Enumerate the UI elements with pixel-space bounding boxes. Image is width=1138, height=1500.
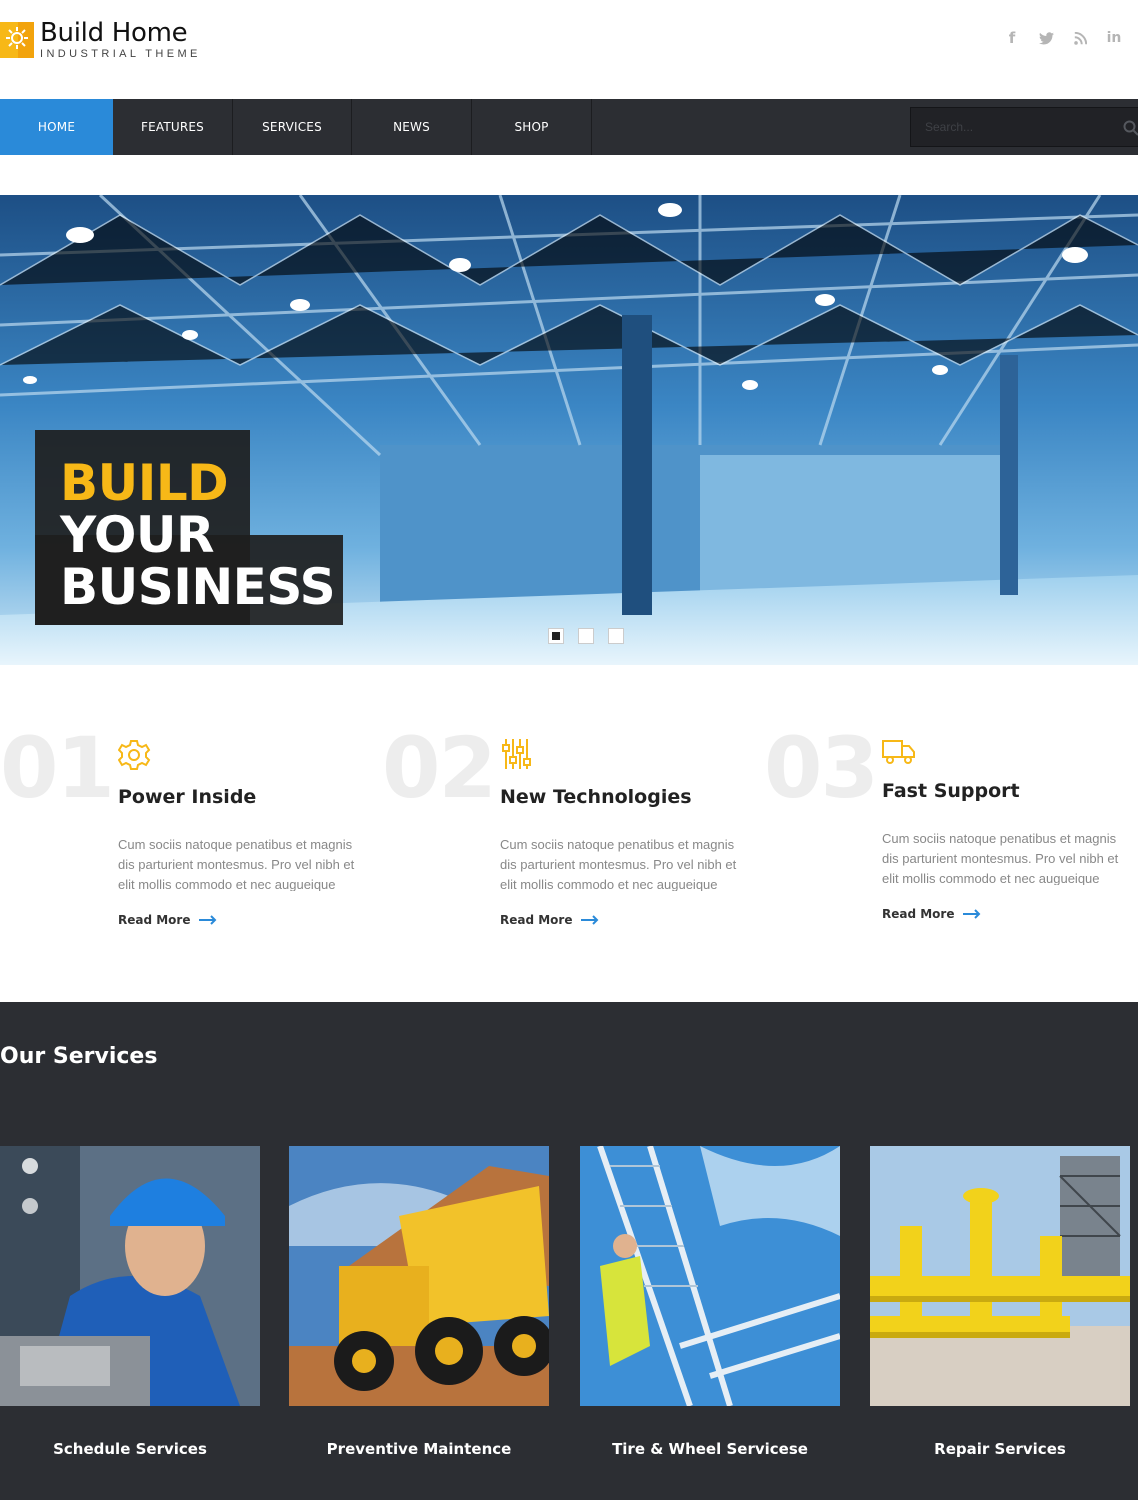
twitter-icon[interactable] <box>1036 28 1056 48</box>
feature-title: New Technologies <box>500 786 692 808</box>
arrow-right-icon <box>198 915 216 925</box>
read-more-label: Read More <box>500 913 573 927</box>
service-label: Repair Services <box>934 1440 1066 1458</box>
service-label: Tire & Wheel Servicese <box>612 1440 808 1458</box>
main-nav: HOME FEATURES SERVICES NEWS SHOP <box>0 99 1138 155</box>
social-links: f in <box>1002 28 1124 48</box>
features-section: 01 Power Inside Cum sociis natoque penat… <box>0 665 1138 1002</box>
arrow-right-icon <box>962 909 980 919</box>
refinery-photo <box>580 1146 840 1406</box>
read-more-label: Read More <box>118 913 191 927</box>
feature-number: 01 <box>0 719 115 817</box>
gear-icon <box>118 740 151 770</box>
service-card[interactable]: Preventive Maintence <box>289 1146 549 1458</box>
service-card[interactable]: Tire & Wheel Servicese <box>580 1146 840 1458</box>
facebook-icon[interactable]: f <box>1002 28 1022 48</box>
feature-title: Power Inside <box>118 786 257 808</box>
brand-name: Build Home <box>40 18 188 48</box>
feature-item: 01 Power Inside Cum sociis natoque penat… <box>0 665 380 1002</box>
read-more-link[interactable]: Read More <box>882 907 981 921</box>
site-header: Build Home INDUSTRIAL THEME f in <box>0 0 1138 99</box>
sliders-icon <box>502 739 531 769</box>
read-more-link[interactable]: Read More <box>118 913 217 927</box>
dump-truck-photo <box>289 1146 549 1406</box>
hero-line-build: BUILD <box>60 454 229 512</box>
nav-item-shop[interactable]: SHOP <box>472 99 592 155</box>
slide-dot-1[interactable] <box>548 628 564 644</box>
service-card[interactable]: Repair Services <box>870 1146 1130 1458</box>
nav-item-home[interactable]: HOME <box>0 99 113 155</box>
search-icon[interactable] <box>1123 120 1138 136</box>
feature-item: 02 New Technologies Cum sociis natoque p… <box>382 665 762 1002</box>
search-input[interactable] <box>925 108 1105 146</box>
arrow-right-icon <box>580 915 598 925</box>
brand-tagline: INDUSTRIAL THEME <box>40 48 201 60</box>
hero-line-business: BUSINESS <box>60 558 336 616</box>
rss-icon[interactable] <box>1070 28 1090 48</box>
pipeline-photo <box>870 1146 1130 1406</box>
services-title: Our Services <box>0 1044 158 1069</box>
nav-item-news[interactable]: NEWS <box>352 99 472 155</box>
feature-title: Fast Support <box>882 780 1020 802</box>
site-logo[interactable]: Build Home INDUSTRIAL THEME <box>0 18 201 62</box>
feature-number: 02 <box>382 719 497 817</box>
service-label: Preventive Maintence <box>326 1440 512 1458</box>
truck-icon <box>882 740 915 764</box>
hero-slider: BUILD YOUR BUSINESS <box>0 195 1138 665</box>
slide-dot-2[interactable] <box>578 628 594 644</box>
slider-pagination <box>548 628 624 644</box>
feature-text: Cum sociis natoque penatibus et magnis d… <box>882 831 1119 885</box>
gear-logo-icon <box>0 18 36 58</box>
read-more-link[interactable]: Read More <box>500 913 599 927</box>
worker-photo <box>0 1146 260 1406</box>
linkedin-icon[interactable]: in <box>1104 28 1124 48</box>
search-box <box>910 107 1138 147</box>
feature-number: 03 <box>764 719 879 817</box>
nav-item-services[interactable]: SERVICES <box>233 99 352 155</box>
hero-line-your: YOUR <box>60 506 215 564</box>
nav-item-features[interactable]: FEATURES <box>113 99 233 155</box>
hero-headline: BUILD YOUR BUSINESS <box>60 454 336 616</box>
service-card[interactable]: Schedule Services <box>0 1146 260 1458</box>
read-more-label: Read More <box>882 907 955 921</box>
service-label: Schedule Services <box>53 1440 207 1458</box>
slide-dot-3[interactable] <box>608 628 624 644</box>
feature-item: 03 Fast Support Cum sociis natoque penat… <box>764 665 1138 1002</box>
services-section: Our Services Schedule Services Preventiv… <box>0 1002 1138 1500</box>
feature-text: Cum sociis natoque penatibus et magnis d… <box>500 837 737 891</box>
feature-text: Cum sociis natoque penatibus et magnis d… <box>118 837 355 891</box>
